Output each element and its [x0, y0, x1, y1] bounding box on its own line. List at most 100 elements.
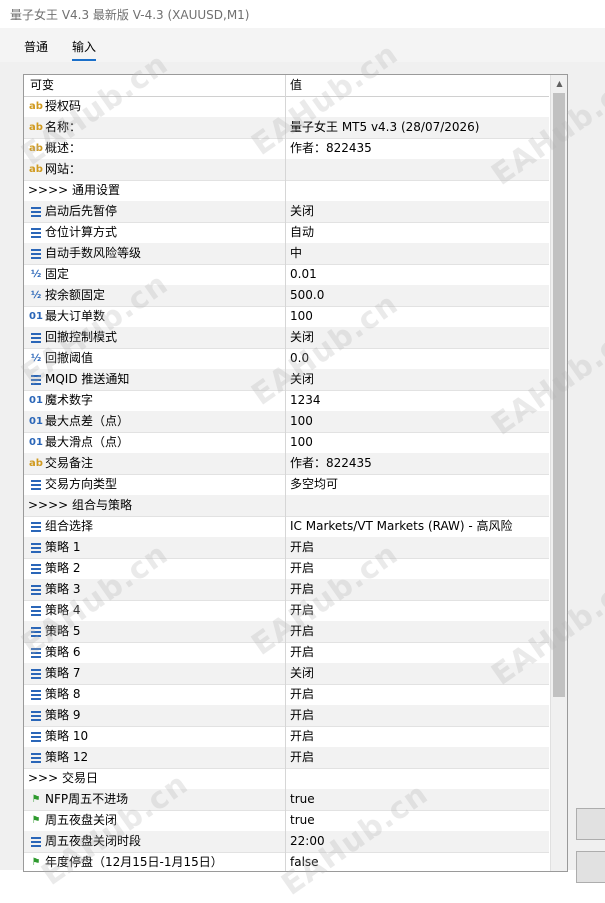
param-row[interactable]: 策略 5 开启	[24, 621, 549, 643]
param-value[interactable]: 关闭	[286, 369, 553, 390]
param-row[interactable]: ½ 回撤阈值 0.0	[24, 348, 549, 370]
param-row[interactable]: ⚑ 周五夜盘关闭 true	[24, 810, 549, 832]
param-value[interactable]: 开启	[286, 747, 553, 768]
param-name: 策略 3	[45, 582, 81, 596]
param-value[interactable]: 多空均可	[286, 474, 553, 495]
param-row[interactable]: ab 交易备注 作者：822435	[24, 453, 549, 475]
param-value[interactable]: 开启	[286, 537, 553, 558]
param-row[interactable]: 01 最大订单数 100	[24, 306, 549, 328]
enum-list-icon	[28, 474, 44, 495]
param-row[interactable]: 周五夜盘关闭时段 22:00	[24, 831, 549, 853]
param-name-cell: ab 名称：	[24, 117, 286, 138]
param-name-cell: ⚑ NFP周五不进场	[24, 789, 286, 810]
param-row[interactable]: ab 授权码	[24, 96, 549, 118]
param-row[interactable]: 策略 4 开启	[24, 600, 549, 622]
param-value[interactable]	[286, 96, 553, 117]
param-row[interactable]: 自动手数风险等级中	[24, 243, 549, 265]
param-row[interactable]: 策略 2 开启	[24, 558, 549, 580]
param-value[interactable]: 自动	[286, 222, 553, 243]
integer-param-icon: 01	[29, 416, 43, 427]
param-name: 固定	[45, 267, 70, 281]
param-row[interactable]: 策略 12 开启	[24, 747, 549, 769]
param-value[interactable]: 开启	[286, 558, 553, 579]
param-value[interactable]: 开启	[286, 621, 553, 642]
param-value[interactable]: 开启	[286, 684, 553, 705]
param-value[interactable]: 中	[286, 243, 553, 264]
param-value[interactable]	[286, 159, 553, 180]
param-row[interactable]: MQID 推送通知 关闭	[24, 369, 549, 391]
param-row[interactable]: 仓位计算方式 自动	[24, 222, 549, 244]
param-value[interactable]: 0.01	[286, 264, 553, 285]
param-row[interactable]: 策略 9 开启	[24, 705, 549, 727]
param-value[interactable]: 关闭	[286, 201, 553, 222]
param-value[interactable]: 开启	[286, 705, 553, 726]
param-row[interactable]: 01 最大点差（点） 100	[24, 411, 549, 433]
param-value[interactable]: 1234	[286, 390, 553, 411]
param-value[interactable]: 500.0	[286, 285, 553, 306]
param-row[interactable]: ab 概述： 作者：822435	[24, 138, 549, 160]
param-value[interactable]: 开启	[286, 726, 553, 747]
param-row[interactable]: 01 最大滑点（点） 100	[24, 432, 549, 454]
param-row[interactable]: >>>> 通用设置	[24, 180, 549, 202]
param-value[interactable]: 100	[286, 411, 553, 432]
param-value[interactable]: 开启	[286, 642, 553, 663]
param-value[interactable]	[286, 180, 553, 201]
param-row[interactable]: 策略 1 开启	[24, 537, 549, 559]
param-row[interactable]: 策略 3 开启	[24, 579, 549, 601]
param-value[interactable]: 100	[286, 432, 553, 453]
param-row[interactable]: 策略 8 开启	[24, 684, 549, 706]
column-header-variable[interactable]: 可变	[24, 75, 286, 96]
scroll-thumb[interactable]	[553, 93, 565, 697]
param-name-cell: 01 最大点差（点）	[24, 411, 286, 432]
scroll-up-arrow-icon[interactable]: ▲	[551, 75, 567, 92]
param-value[interactable]	[286, 768, 553, 789]
enum-list-icon	[28, 642, 44, 663]
tab-inputs[interactable]: 输入	[72, 38, 97, 61]
param-name: 策略 10	[45, 729, 89, 743]
text-param-icon: ab	[29, 122, 43, 133]
vertical-scrollbar[interactable]: ▲	[550, 75, 567, 871]
param-value[interactable]: 开启	[286, 579, 553, 600]
side-button-upper[interactable]	[576, 808, 605, 840]
param-value[interactable]: 0.0	[286, 348, 553, 369]
param-row[interactable]: 策略 10 开启	[24, 726, 549, 748]
param-row[interactable]: 回撤控制模式 关闭	[24, 327, 549, 349]
param-row[interactable]: 01 魔术数字 1234	[24, 390, 549, 412]
bool-flag-icon: ⚑	[31, 794, 41, 805]
param-row[interactable]: >>>> 组合与策略	[24, 495, 549, 517]
param-name: MQID 推送通知	[45, 372, 130, 386]
param-value[interactable]: 作者：822435	[286, 138, 553, 159]
param-value[interactable]: IC Markets/VT Markets (RAW) - 高风险	[286, 516, 553, 537]
column-header-value[interactable]: 值	[286, 75, 553, 96]
param-row[interactable]: ½ 固定 0.01	[24, 264, 549, 286]
param-row[interactable]: ab 网站：	[24, 159, 549, 181]
param-row[interactable]: ⚑ 年度停盘（12月15日-1月15日） false	[24, 852, 549, 871]
param-row[interactable]: 交易方向类型 多空均可	[24, 474, 549, 496]
param-value[interactable]: 关闭	[286, 327, 553, 348]
param-value[interactable]: 关闭	[286, 663, 553, 684]
param-name: 策略 6	[45, 645, 81, 659]
param-value[interactable]: 作者：822435	[286, 453, 553, 474]
param-value[interactable]: 量子女王 MT5 v4.3 (28/07/2026)	[286, 117, 553, 138]
param-value[interactable]: 100	[286, 306, 553, 327]
param-value[interactable]: false	[286, 852, 553, 871]
param-value[interactable]: true	[286, 789, 553, 810]
param-name: 最大点差（点）	[45, 414, 130, 428]
param-row[interactable]: 组合选择 IC Markets/VT Markets (RAW) - 高风险	[24, 516, 549, 538]
param-value[interactable]	[286, 495, 553, 516]
param-row[interactable]: >>> 交易日	[24, 768, 549, 790]
param-value[interactable]: true	[286, 810, 553, 831]
param-row[interactable]: 策略 7 关闭	[24, 663, 549, 685]
tab-common[interactable]: 普通	[24, 38, 48, 55]
param-name-cell: 回撤控制模式	[24, 327, 286, 348]
param-row[interactable]: 策略 6 开启	[24, 642, 549, 664]
param-row[interactable]: ½ 按余额固定 500.0	[24, 285, 549, 307]
param-row[interactable]: ab 名称： 量子女王 MT5 v4.3 (28/07/2026)	[24, 117, 549, 139]
param-name: 授权码	[45, 99, 82, 113]
param-row[interactable]: ⚑ NFP周五不进场 true	[24, 789, 549, 811]
param-row[interactable]: 启动后先暂停 关闭	[24, 201, 549, 223]
side-button-lower[interactable]	[576, 851, 605, 883]
double-param-icon: ½	[30, 353, 42, 364]
param-value[interactable]: 开启	[286, 600, 553, 621]
param-value[interactable]: 22:00	[286, 831, 553, 852]
